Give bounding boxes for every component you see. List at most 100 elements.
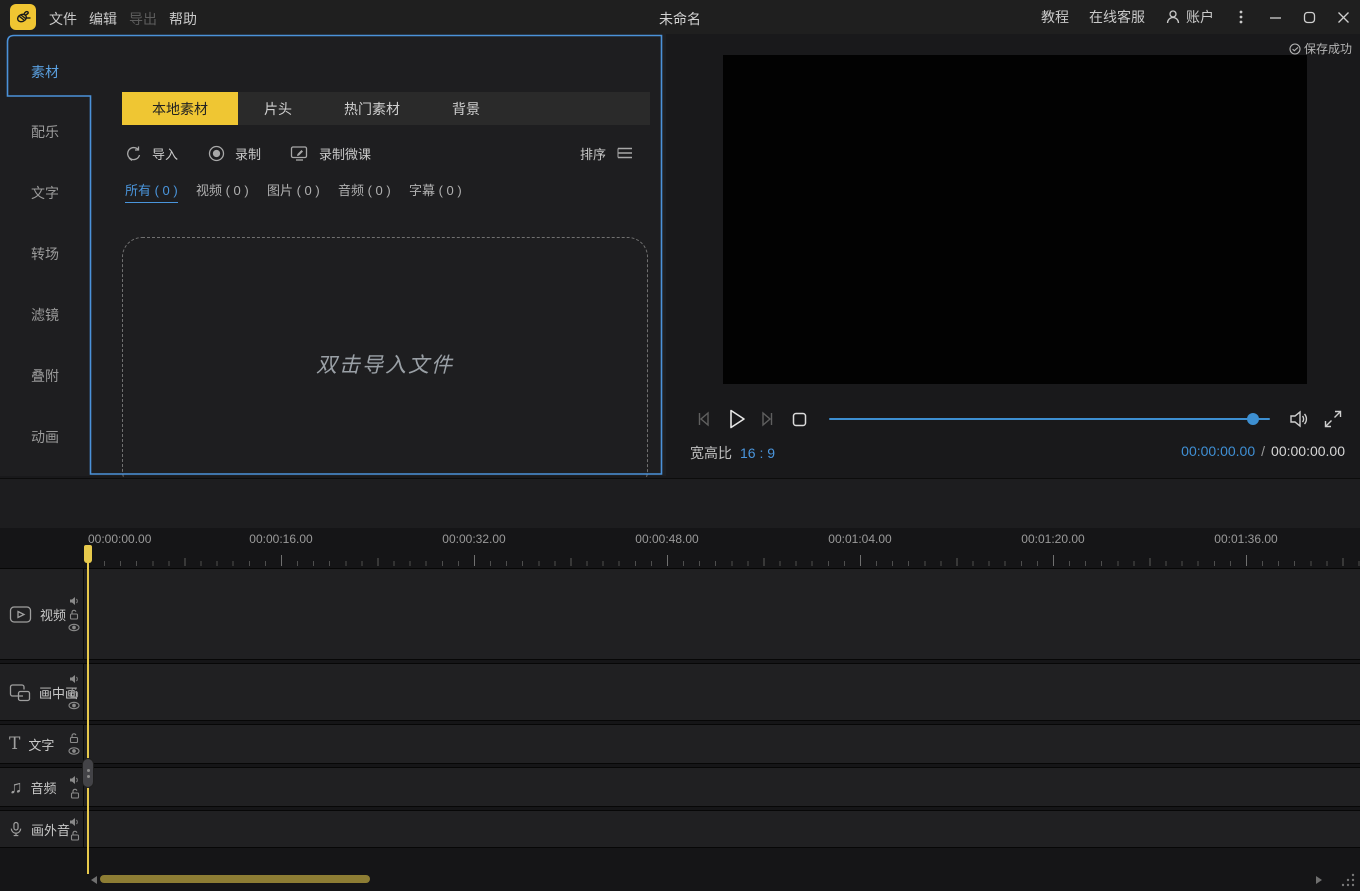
- current-time: 00:00:00.00: [1181, 443, 1255, 459]
- record-icon: [208, 145, 225, 162]
- kebab-menu-icon[interactable]: [1234, 10, 1248, 24]
- menu-edit[interactable]: 编辑: [89, 9, 117, 29]
- track-row-video[interactable]: 视频: [0, 568, 1360, 660]
- menu-help[interactable]: 帮助: [169, 9, 197, 29]
- play-button[interactable]: [723, 406, 749, 432]
- ruler-ticks[interactable]: [88, 555, 1360, 566]
- import-dropzone[interactable]: 双击导入文件: [122, 237, 648, 491]
- maximize-icon[interactable]: [1302, 10, 1316, 24]
- filter-videos[interactable]: 视频 ( 0 ): [196, 180, 249, 199]
- import-icon: [125, 145, 142, 162]
- track-lock-icon[interactable]: [69, 687, 79, 698]
- stop-button[interactable]: [791, 411, 808, 428]
- track-label: 文字: [28, 735, 54, 754]
- track-header-audio: ♫ 音频: [0, 768, 84, 806]
- ruler-label: 00:00:16.00: [249, 532, 312, 546]
- sidebar-item-overlays[interactable]: 叠附: [0, 366, 90, 386]
- material-tabs: 本地素材 片头 热门素材 背景: [122, 92, 650, 125]
- time-display: 00:00:00.00 / 00:00:00.00: [1181, 443, 1345, 459]
- pip-track-icon: [9, 683, 31, 702]
- app-logo-bee-icon[interactable]: [10, 4, 36, 30]
- ruler-label: 00:00:32.00: [442, 532, 505, 546]
- tab-local-materials[interactable]: 本地素材: [122, 92, 238, 125]
- resize-grip-icon[interactable]: [1340, 872, 1356, 888]
- scroll-right-arrow[interactable]: [1316, 876, 1322, 884]
- sidebar-item-filters[interactable]: 滤镜: [0, 305, 90, 325]
- step-forward-button[interactable]: [757, 409, 777, 429]
- filter-images[interactable]: 图片 ( 0 ): [267, 180, 320, 199]
- video-track-icon: [9, 605, 32, 624]
- aspect-ratio-label: 宽高比: [690, 445, 732, 461]
- timeline-scrollbar-thumb[interactable]: [100, 875, 370, 883]
- filter-subtitles[interactable]: 字幕 ( 0 ): [409, 180, 462, 199]
- tutorial-link[interactable]: 教程: [1041, 7, 1069, 27]
- fullscreen-icon[interactable]: [1323, 409, 1343, 429]
- track-volume-icon[interactable]: [69, 817, 80, 827]
- track-row-pip[interactable]: 画中画: [0, 663, 1360, 721]
- user-icon: [1165, 9, 1181, 25]
- filter-all[interactable]: 所有 ( 0 ): [125, 180, 178, 203]
- track-lock-icon[interactable]: [69, 609, 79, 620]
- tab-intros[interactable]: 片头: [238, 92, 318, 125]
- app-window: 文件 编辑 导出 帮助 未命名 教程 在线客服 账户: [0, 0, 1360, 891]
- playhead-marker[interactable]: [84, 545, 92, 563]
- playhead-line[interactable]: [87, 546, 89, 874]
- track-label: 画外音: [31, 820, 70, 839]
- seek-knob[interactable]: [1247, 413, 1259, 425]
- ruler-label: 00:01:20.00: [1021, 532, 1084, 546]
- track-volume-icon[interactable]: [69, 596, 80, 606]
- track-row-audio[interactable]: ♫ 音频: [0, 767, 1360, 807]
- time-separator: /: [1261, 443, 1265, 459]
- sidebar-item-materials[interactable]: 素材: [0, 62, 90, 82]
- tab-backgrounds[interactable]: 背景: [426, 92, 506, 125]
- record-lesson-button[interactable]: 录制微课: [290, 142, 371, 164]
- aspect-ratio-value[interactable]: 16 : 9: [740, 445, 775, 461]
- track-header-video: 视频: [0, 569, 84, 659]
- dropzone-hint: 双击导入文件: [316, 349, 454, 379]
- document-title: 未命名: [659, 9, 701, 29]
- sort-lines-icon: [616, 146, 634, 160]
- track-lock-icon[interactable]: [70, 830, 80, 841]
- video-preview[interactable]: [723, 55, 1307, 384]
- playhead-grip[interactable]: [82, 758, 94, 788]
- track-visibility-icon[interactable]: [68, 747, 80, 756]
- sidebar-item-transitions[interactable]: 转场: [0, 244, 90, 264]
- menu-file[interactable]: 文件: [49, 9, 77, 29]
- seek-bar[interactable]: [829, 418, 1270, 420]
- minimize-icon[interactable]: [1268, 10, 1282, 24]
- total-time: 00:00:00.00: [1271, 443, 1345, 459]
- track-visibility-icon[interactable]: [68, 701, 80, 710]
- save-status-label: 保存成功: [1304, 40, 1352, 57]
- track-header-pip: 画中画: [0, 664, 84, 720]
- record-button[interactable]: 录制: [208, 142, 261, 164]
- filter-audio[interactable]: 音频 ( 0 ): [338, 180, 391, 199]
- record-screen-icon: [290, 145, 309, 162]
- volume-icon[interactable]: [1288, 408, 1310, 430]
- tab-popular[interactable]: 热门素材: [318, 92, 426, 125]
- ruler-label: 00:00:00.00: [88, 532, 151, 546]
- track-label: 视频: [40, 605, 66, 624]
- track-header-text: T 文字: [0, 725, 84, 763]
- scroll-left-arrow[interactable]: [91, 876, 97, 884]
- support-link[interactable]: 在线客服: [1089, 7, 1145, 27]
- track-volume-icon[interactable]: [69, 775, 80, 785]
- track-label: 音频: [31, 778, 57, 797]
- sidebar-item-music[interactable]: 配乐: [0, 122, 90, 142]
- track-lock-icon[interactable]: [70, 788, 80, 799]
- track-row-voiceover[interactable]: 画外音: [0, 810, 1360, 848]
- track-visibility-icon[interactable]: [68, 623, 80, 632]
- track-row-text[interactable]: T 文字: [0, 724, 1360, 764]
- sidebar-item-animation[interactable]: 动画: [0, 427, 90, 447]
- materials-panel: 素材 配乐 文字 转场 滤镜 叠附 动画 本地素材 片头 热门素材 背景 导入 …: [0, 34, 666, 476]
- timeline: 00:00:00.00 00:00:16.00 00:00:32.00 00:0…: [0, 528, 1360, 891]
- step-back-button[interactable]: [694, 409, 714, 429]
- import-button[interactable]: 导入: [125, 142, 178, 164]
- track-volume-icon[interactable]: [69, 674, 80, 684]
- sidebar-item-text[interactable]: 文字: [0, 183, 90, 203]
- record-lesson-label: 录制微课: [319, 144, 371, 163]
- close-icon[interactable]: [1336, 10, 1350, 24]
- sort-button[interactable]: 排序: [580, 142, 634, 164]
- track-lock-icon[interactable]: [69, 733, 79, 744]
- ruler-label: 00:00:48.00: [635, 532, 698, 546]
- account-button[interactable]: 账户: [1165, 7, 1214, 27]
